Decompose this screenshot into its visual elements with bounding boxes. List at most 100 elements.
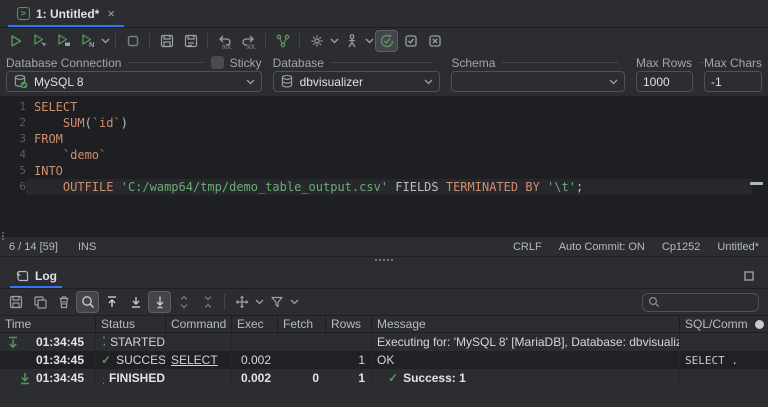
connection-value: MySQL 8 <box>34 75 240 89</box>
max-chars-label: Max Chars <box>704 56 762 70</box>
line-number: 4 <box>0 147 26 163</box>
cell-time: 01:34:45 <box>0 351 96 369</box>
filter-chevron[interactable] <box>289 292 299 312</box>
time-value: 01:34:45 <box>36 353 84 367</box>
scroll-icon <box>15 269 29 283</box>
scrollbar-position-marker[interactable] <box>750 182 763 185</box>
client-session-chevron[interactable] <box>364 31 374 51</box>
filter-funnel-icon <box>269 294 285 310</box>
panel-drag-handle-icon[interactable] <box>2 232 4 234</box>
column-header-message[interactable]: Message <box>372 316 680 332</box>
collapse-rows-button[interactable] <box>196 291 219 313</box>
message-value: Success: 1 <box>403 371 466 385</box>
stop-button[interactable] <box>121 30 144 52</box>
validate-sql-button[interactable] <box>399 30 422 52</box>
options-button[interactable] <box>305 30 328 52</box>
execute-explain-button[interactable]: N <box>76 30 99 52</box>
sql-editor[interactable]: 1 SELECT 2 SUM(`id`) 3 FROM 4 `demo` 5 I… <box>0 96 768 237</box>
tab-close-icon[interactable]: × <box>107 7 115 20</box>
clear-log-button[interactable] <box>52 291 75 313</box>
line-ending[interactable]: CRLF <box>513 241 542 253</box>
cell-status: STARTED <box>96 333 166 351</box>
copy-log-button[interactable] <box>28 291 51 313</box>
find-log-button[interactable] <box>76 291 99 313</box>
save-log-button[interactable] <box>4 291 27 313</box>
chevron-down-icon <box>424 79 433 85</box>
database-label: Database <box>273 56 324 70</box>
undo-sql-button[interactable]: SQL <box>213 30 236 52</box>
save-as-button[interactable] <box>179 30 202 52</box>
sql-text: ; <box>576 180 583 194</box>
tail-log-toggle-button[interactable] <box>148 291 171 313</box>
log-table-header: Time Status Command Exec Fetch Rows Mess… <box>0 316 768 333</box>
log-row-started[interactable]: 01:34:45 STARTED Executing for: 'MySQL 8… <box>0 333 768 351</box>
save-icon <box>8 294 24 310</box>
column-header-status[interactable]: Status <box>96 316 166 332</box>
sql-identifier: `demo` <box>63 148 106 162</box>
svg-text:SQL: SQL <box>246 45 256 50</box>
expand-rows-button[interactable] <box>172 291 195 313</box>
options-chevron[interactable] <box>329 31 339 51</box>
autocommit-status[interactable]: Auto Commit: ON <box>559 241 645 253</box>
autocommit-toggle-button[interactable] <box>375 30 398 52</box>
toolbar-separator <box>224 294 225 310</box>
execute-buffer-button[interactable] <box>52 30 75 52</box>
sql-keyword: SELECT <box>34 100 77 114</box>
column-header-time[interactable]: Time <box>0 316 96 332</box>
sql-text: ( <box>85 116 92 130</box>
tab-log[interactable]: Log <box>10 263 62 288</box>
dbvisualizer-window: > 1: Untitled* × N <box>0 0 768 407</box>
execute-current-button[interactable] <box>28 30 51 52</box>
column-header-fetch[interactable]: Fetch <box>278 316 326 332</box>
database-group: Database dbvisualizer <box>273 56 441 92</box>
sticky-checkbox[interactable] <box>211 56 224 69</box>
line-number: 1 <box>0 99 26 115</box>
command-link[interactable]: SELECT <box>171 353 218 367</box>
cell-fetch <box>278 333 326 351</box>
execute-button[interactable] <box>4 30 27 52</box>
fit-columns-button[interactable] <box>230 291 253 313</box>
schema-label: Schema <box>451 56 495 70</box>
execute-options-chevron[interactable] <box>100 31 110 51</box>
scroll-to-bottom-button[interactable] <box>124 291 147 313</box>
sql-text <box>439 180 446 194</box>
scroll-to-top-button[interactable] <box>100 291 123 313</box>
column-header-exec[interactable]: Exec <box>232 316 278 332</box>
redo-sql-button[interactable]: SQL <box>237 30 260 52</box>
max-chars-input[interactable] <box>711 75 755 89</box>
column-header-command[interactable]: Command <box>166 316 232 332</box>
log-row-finished[interactable]: 01:34:45 FINISHED 0.002 0 1 ✓ Success: 1 <box>0 369 768 387</box>
close-results-button[interactable] <box>423 30 446 52</box>
schema-select[interactable] <box>451 71 625 92</box>
maximize-panel-button[interactable] <box>740 267 758 285</box>
chevron-down-icon <box>330 38 339 44</box>
sql-keyword: BY <box>525 180 539 194</box>
save-button[interactable] <box>155 30 178 52</box>
fit-columns-chevron[interactable] <box>254 292 264 312</box>
connection-select[interactable]: MySQL 8 <box>6 71 262 92</box>
log-row-success[interactable]: 01:34:45 ✓ SUCCESS SELECT 0.002 1 OK SEL… <box>0 351 768 369</box>
commit-button[interactable] <box>271 30 294 52</box>
log-search-input[interactable] <box>664 296 753 308</box>
database-select[interactable]: dbvisualizer <box>273 71 441 92</box>
max-rows-input[interactable] <box>643 75 686 89</box>
tab-untitled[interactable]: > 1: Untitled* × <box>8 0 124 27</box>
status-value: SUCCESS <box>116 353 166 367</box>
sql-text <box>540 180 547 194</box>
table-settings-icon[interactable] <box>755 320 764 329</box>
sql-string: '\t' <box>547 180 576 194</box>
filter-button[interactable] <box>265 291 288 313</box>
fold-icon <box>200 294 216 310</box>
max-rows-box <box>636 71 693 92</box>
column-header-rows[interactable]: Rows <box>326 316 372 332</box>
commit-icon <box>275 33 291 49</box>
client-session-button[interactable] <box>340 30 363 52</box>
cell-fetch: 0 <box>278 369 326 387</box>
started-icon <box>7 336 19 349</box>
code-line: 3 FROM <box>0 131 752 147</box>
query-params-bar: Database Connection Sticky MySQL 8 Datab… <box>0 54 768 96</box>
encoding[interactable]: Cp1252 <box>662 241 701 253</box>
code-line-current: 6 OUTFILE 'C:/wamp64/tmp/demo_table_outp… <box>0 179 752 195</box>
log-table-empty-area <box>0 387 768 407</box>
connection-label: Database Connection <box>6 56 121 70</box>
